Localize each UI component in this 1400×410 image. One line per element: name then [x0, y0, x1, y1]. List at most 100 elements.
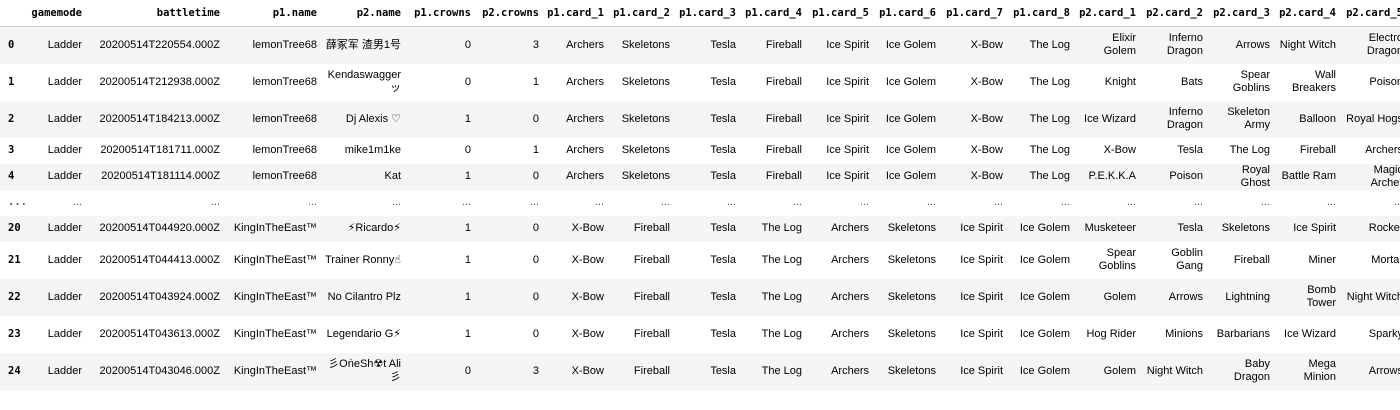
cell-p1-card-4: The Log [761, 222, 802, 234]
cell-p1-card-5: Archers [831, 290, 869, 303]
cell-p1-name: lemonTree68 [252, 38, 317, 51]
cell-p2-crowns: 0 [532, 170, 539, 182]
cell-battletime: 20200514T044413.000Z [99, 253, 221, 266]
row-index: 24 [8, 364, 21, 377]
cell-p2-card-5: Magic Archer [1370, 163, 1400, 189]
cell-p1-card-5: Ice Spirit [826, 38, 869, 51]
column-header-p2-crowns: p2.crowns [475, 0, 543, 27]
cell-p2-card-1: Golem [1103, 290, 1136, 303]
row-index: 22 [8, 290, 21, 303]
cell-p2-card-2: Minions [1165, 327, 1203, 340]
table-body: 0 Ladder 20200514T220554.000Z lemonTree68 薛冢… [0, 26, 1400, 390]
row-index: 3 [8, 144, 15, 156]
table-row: 22 Ladder 20200514T043924.000Z KingInTheEas… [0, 278, 1400, 316]
cell-p1-card-4: The Log [761, 364, 802, 377]
cell-p1-card-7: Ice Spirit [960, 290, 1003, 303]
cell-p2-card-3: Spear Goblins [1232, 69, 1270, 94]
cell-p1-card-2: Skeletons [621, 112, 670, 125]
cell-p1-card-5: Archers [831, 327, 869, 340]
cell-p2-name: ... [391, 196, 401, 208]
row-index: 0 [8, 38, 15, 51]
cell-p1-name: lemonTree68 [252, 144, 317, 156]
cell-p1-card-1: X-Bow [571, 364, 604, 377]
cell-p1-crowns: 0 [464, 38, 471, 51]
table-row: 4 Ladder 20200514T181114.000Z lemonTree68 Ka… [0, 163, 1400, 190]
cell-p1-card-4: Fireball [765, 112, 802, 125]
cell-p2-card-1: P.E.K.K.A [1088, 170, 1137, 182]
cell-p1-card-1: ... [594, 196, 604, 208]
cell-p2-card-1: Spear Goblins [1098, 247, 1136, 272]
cell-p1-card-4: Fireball [765, 75, 802, 88]
cell-p1-crowns: 0 [464, 144, 471, 156]
table-row: 1 Ladder 20200514T212938.000Z lemonTree68 Ke… [0, 63, 1400, 101]
cell-p1-crowns: 0 [464, 364, 471, 377]
cell-p1-card-8: Ice Golem [1019, 364, 1070, 377]
cell-p1-card-2: Skeletons [621, 170, 670, 182]
cell-p1-card-5: Ice Spirit [826, 170, 869, 182]
cell-p1-crowns: 1 [464, 327, 471, 340]
cell-p1-card-7: X-Bow [970, 38, 1003, 51]
table-row: 0 Ladder 20200514T220554.000Z lemonTree68 薛冢… [0, 26, 1400, 64]
column-header-p1-name: p1.name [224, 0, 321, 27]
cell-p2-name: Dj Alexis ♡ [345, 112, 401, 125]
cell-p2-card-5: Arrows [1368, 364, 1400, 377]
cell-p2-card-4: Ice Spirit [1293, 222, 1336, 234]
cell-gamemode: Ladder [47, 364, 82, 377]
cell-p1-card-2: Fireball [633, 327, 670, 340]
cell-p2-card-5: Sparky [1368, 327, 1400, 340]
cell-p2-card-3: Barbarians [1216, 327, 1270, 340]
cell-p1-card-8: Ice Golem [1019, 222, 1070, 234]
cell-battletime: 20200514T044920.000Z [99, 222, 221, 234]
dataframe-output: gamemode battletime p1.name p2.name p1.crown… [0, 0, 1400, 410]
column-header-p2-name: p2.name [321, 0, 405, 27]
column-header-p1-card-8: p1.card_8 [1007, 0, 1074, 27]
cell-p1-card-6: Ice Golem [885, 144, 936, 156]
column-header-p1-card-5: p1.card_5 [806, 0, 873, 27]
cell-p2-card-5: Electro Dragon [1366, 32, 1400, 58]
cell-p2-card-3: The Log [1229, 144, 1270, 156]
cell-p2-crowns: 3 [532, 38, 539, 51]
cell-p1-name: KingInTheEast™ [233, 222, 317, 234]
cell-p2-card-4: Ice Wizard [1284, 327, 1336, 340]
cell-gamemode: Ladder [47, 222, 82, 234]
cell-battletime: ... [210, 196, 220, 208]
cell-p1-card-5: ... [859, 196, 869, 208]
cell-p2-card-1: X-Bow [1103, 144, 1136, 156]
column-header-p2-card-1: p2.card_1 [1074, 0, 1140, 27]
cell-p1-crowns: 1 [464, 290, 471, 303]
cell-p1-card-7: X-Bow [970, 75, 1003, 88]
cell-p1-name: lemonTree68 [252, 170, 317, 182]
cell-p1-card-8: Ice Golem [1019, 290, 1070, 303]
cell-p2-card-4: Bomb Tower [1306, 284, 1336, 309]
cell-p1-crowns: 1 [464, 253, 471, 266]
cell-p1-card-4: ... [792, 196, 802, 208]
cell-battletime: 20200514T181711.000Z [100, 144, 220, 156]
column-header-p2-card-2: p2.card_2 [1140, 0, 1207, 27]
cell-battletime: 20200514T043046.000Z [99, 364, 221, 377]
cell-p1-card-3: Tesla [710, 75, 736, 88]
cell-p1-name: lemonTree68 [252, 75, 317, 88]
cell-p2-crowns: 3 [532, 364, 539, 377]
cell-p1-crowns: 1 [464, 170, 471, 182]
cell-gamemode: Ladder [47, 112, 82, 125]
cell-p1-card-4: Fireball [765, 38, 802, 51]
cell-p1-card-5: Ice Spirit [826, 75, 869, 88]
cell-p2-card-4: Miner [1308, 253, 1336, 266]
cell-p1-card-6: Ice Golem [885, 112, 936, 125]
dataframe-table: gamemode battletime p1.name p2.name p1.crown… [0, 0, 1400, 390]
cell-gamemode: Ladder [47, 327, 82, 340]
cell-p1-card-1: Archers [566, 38, 604, 51]
cell-p1-card-1: X-Bow [571, 290, 604, 303]
cell-p2-card-2: Inferno Dragon [1166, 106, 1203, 131]
cell-p1-card-8: Ice Golem [1019, 253, 1070, 266]
cell-p1-card-4: Fireball [765, 170, 802, 182]
table-row: 20 Ladder 20200514T044920.000Z KingInTheEas… [0, 215, 1400, 242]
cell-p2-card-5: Mortar [1371, 253, 1400, 266]
cell-p2-name: Legendario G⚡ [326, 327, 401, 340]
cell-p1-card-4: Fireball [765, 144, 802, 156]
cell-p1-card-1: Archers [566, 170, 604, 182]
cell-p2-card-2: Inferno Dragon [1166, 32, 1203, 58]
cell-p2-crowns: 1 [532, 75, 539, 88]
cell-p1-name: KingInTheEast™ [233, 253, 317, 266]
cell-p1-crowns: 1 [464, 222, 471, 234]
